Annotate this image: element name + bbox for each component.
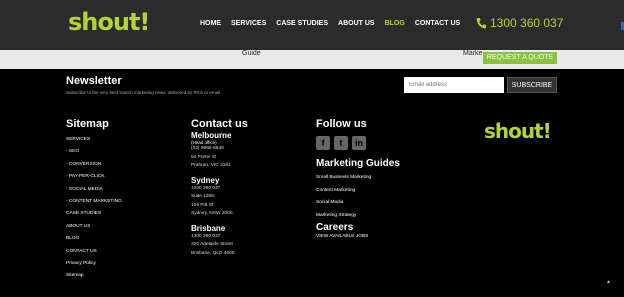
nav-about-us[interactable]: ABOUT US xyxy=(338,20,375,27)
melbourne-suburb: Prahran, VIC 3181 xyxy=(191,163,231,168)
phone-number: 1300 360 037 xyxy=(490,16,564,30)
linkedin-icon[interactable]: in xyxy=(352,136,366,150)
guide-link-social-media[interactable]: Social Media xyxy=(316,197,400,210)
contact-title: Contact us xyxy=(191,118,248,130)
footer-shout-logo[interactable]: shout! xyxy=(484,119,552,143)
sitemap-link-blog[interactable]: BLOG xyxy=(66,233,122,245)
marketing-guides-list: Small Business Marketing Content Marketi… xyxy=(316,172,400,222)
follow-title: Follow us xyxy=(316,118,367,130)
newsletter-subtitle: Subscribe to the very best search market… xyxy=(66,90,222,95)
city-sydney: Sydney xyxy=(191,175,220,185)
brisbane-suburb: Brisbane, QLD 4000. xyxy=(191,250,236,256)
social-links: f t in xyxy=(316,136,400,150)
sydney-phone[interactable]: 1300 360 037 xyxy=(191,185,248,194)
sitemap-link-about-us[interactable]: ABOUT US xyxy=(66,221,122,233)
sitemap-link-services[interactable]: SERVICES xyxy=(66,134,122,146)
brisbane-street: 320 Adelaide Street xyxy=(191,242,233,247)
site-header: shout! HOME SERVICES CASE STUDIES ABOUT … xyxy=(0,0,624,50)
melbourne-street: 54 Porter st xyxy=(191,154,216,160)
sitemap-list: SERVICES - SEO - CONVERSION - PAY-PER-CL… xyxy=(66,134,122,283)
sitemap-link-seo[interactable]: - SEO xyxy=(66,146,122,158)
sitemap-link-content-marketing[interactable]: - CONTENT MARKETING xyxy=(66,196,122,208)
careers-title: Careers xyxy=(316,222,354,234)
follow-column: Follow us f t in Marketing Guides Small … xyxy=(316,118,400,239)
facebook-icon[interactable]: f xyxy=(316,136,330,150)
shout-logo[interactable]: shout! xyxy=(68,8,150,36)
nav-blog[interactable]: BLOG xyxy=(385,20,405,27)
scroll-top-icon[interactable]: ▲ xyxy=(606,279,611,285)
sitemap-link-conversion[interactable]: - CONVERSION xyxy=(66,159,122,171)
phone-contact[interactable]: 1300 360 037 xyxy=(476,16,563,30)
request-quote-button[interactable]: REQUEST A QUOTE xyxy=(483,52,557,64)
email-input[interactable] xyxy=(404,77,504,93)
main-nav: HOME SERVICES CASE STUDIES ABOUT US BLOG… xyxy=(200,20,470,27)
sitemap-link-sitemap[interactable]: Sitemap xyxy=(66,270,122,282)
sydney-suburb: Sydney, NSW 2000. xyxy=(191,211,234,216)
nav-case-studies[interactable]: CASE STUDIES xyxy=(276,20,328,27)
strip-marketing-text: Marke xyxy=(463,50,483,57)
newsletter-title: Newsletter xyxy=(66,75,122,87)
contact-column: Contact us Melbourne (Head office) (03) … xyxy=(191,118,248,258)
twitter-icon[interactable]: t xyxy=(334,136,348,150)
strip-guide-text: Guide xyxy=(242,50,261,57)
marketing-guides-title: Marketing Guides xyxy=(316,158,400,169)
sitemap-link-social-media[interactable]: - SOCIAL MEDIA xyxy=(66,184,122,196)
guide-link-marketing-strategy[interactable]: Marketing Strategy xyxy=(316,210,400,223)
city-melbourne: Melbourne xyxy=(191,131,232,140)
sitemap-link-privacy-policy[interactable]: Privacy Policy xyxy=(66,258,122,270)
city-brisbane: Brisbane xyxy=(191,223,226,233)
guide-link-small-business[interactable]: Small Business Marketing xyxy=(316,172,400,185)
sydney-suite: Suite 1308, xyxy=(191,194,216,199)
nav-services[interactable]: SERVICES xyxy=(231,20,266,27)
sitemap-title: Sitemap xyxy=(66,118,109,130)
nav-home[interactable]: HOME xyxy=(200,20,221,27)
guide-link-content-marketing[interactable]: Content Marketing xyxy=(316,185,400,198)
view-jobs-link[interactable]: VIEW AVAILABLE JOBS xyxy=(316,234,400,239)
sitemap-link-ppc[interactable]: - PAY-PER-CLICK xyxy=(66,171,122,183)
subscribe-button[interactable]: SUBSCRIBE xyxy=(507,77,557,93)
phone-icon xyxy=(476,18,486,29)
nav-contact-us[interactable]: CONTACT US xyxy=(415,20,460,27)
sitemap-link-case-studies[interactable]: CASE STUDIES xyxy=(66,208,122,220)
melbourne-phone[interactable]: (03) 9866-8648 xyxy=(191,145,248,154)
sydney-street: 109 Pitt St xyxy=(191,202,214,208)
sitemap-column: Sitemap SERVICES - SEO - CONVERSION - PA… xyxy=(66,118,122,283)
site-footer: Newsletter Subscribe to the very best se… xyxy=(0,69,624,297)
sitemap-link-contact-us[interactable]: CONTACT US xyxy=(66,246,122,258)
brisbane-phone[interactable]: 1300 360 037 xyxy=(191,233,248,242)
